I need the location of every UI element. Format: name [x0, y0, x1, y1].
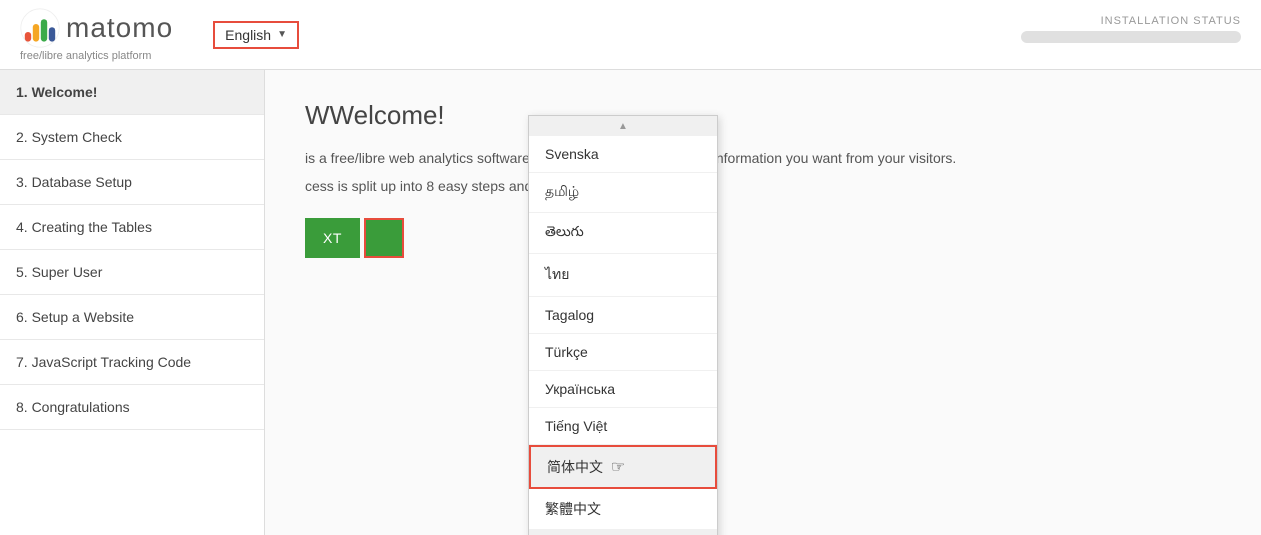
- matomo-logo-icon: [20, 8, 60, 48]
- logo-tagline: free/libre analytics platform: [20, 50, 173, 62]
- lang-option-tagalog[interactable]: Tagalog: [529, 297, 717, 334]
- sidebar-item-welcome[interactable]: 1. Welcome!: [0, 70, 264, 115]
- language-label: English: [225, 27, 271, 43]
- lang-option-svenska[interactable]: Svenska: [529, 136, 717, 173]
- logo: matomo: [20, 8, 173, 48]
- lang-option-ukrainian[interactable]: Українська: [529, 371, 717, 408]
- lang-option-simplified-chinese[interactable]: 简体中文 ☞: [529, 445, 717, 489]
- installation-status-label: INSTALLATION STATUS: [1021, 15, 1241, 27]
- page-title: WWelcome!: [305, 100, 1221, 131]
- content-area: WWelcome! is a free/libre web analytics …: [265, 70, 1261, 535]
- sidebar-item-creating-tables[interactable]: 4. Creating the Tables: [0, 205, 264, 250]
- language-selector[interactable]: English ▼: [213, 21, 299, 49]
- main-layout: 1. Welcome! 2. System Check 3. Database …: [0, 70, 1261, 535]
- logo-area: matomo free/libre analytics platform: [20, 8, 173, 62]
- logo-text: matomo: [66, 12, 173, 44]
- language-dropdown: ▲ Svenska தமிழ் తెలుగు ไทย Tagal: [528, 115, 718, 535]
- sidebar-item-setup-website[interactable]: 6. Setup a Website: [0, 295, 264, 340]
- cursor-pointer-icon: ☞: [611, 457, 625, 477]
- dropdown-scroll-area[interactable]: Svenska தமிழ் తెలుగు ไทย Tagalog: [529, 136, 717, 530]
- installation-status: INSTALLATION STATUS: [1021, 15, 1241, 43]
- sidebar-item-database-setup[interactable]: 3. Database Setup: [0, 160, 264, 205]
- language-button[interactable]: English ▼: [213, 21, 299, 49]
- chevron-down-icon: ▼: [277, 29, 287, 40]
- next-button-green-box[interactable]: [364, 218, 404, 258]
- language-dropdown-menu: ▲ Svenska தமிழ் తెలుగు ไทย Tagal: [528, 115, 718, 535]
- status-progress-bar: [1021, 31, 1241, 43]
- sidebar: 1. Welcome! 2. System Check 3. Database …: [0, 70, 265, 535]
- lang-option-turkish[interactable]: Türkçe: [529, 334, 717, 371]
- sidebar-item-js-tracking[interactable]: 7. JavaScript Tracking Code: [0, 340, 264, 385]
- lang-option-tamil[interactable]: தமிழ்: [529, 173, 717, 213]
- sidebar-item-congratulations[interactable]: 8. Congratulations: [0, 385, 264, 430]
- lang-option-vietnamese[interactable]: Tiếng Việt: [529, 408, 717, 445]
- scroll-up-indicator[interactable]: ▲: [529, 116, 717, 136]
- scroll-down-indicator[interactable]: ▼: [529, 530, 717, 535]
- next-button[interactable]: XT: [305, 218, 360, 258]
- lang-option-traditional-chinese[interactable]: 繁體中文: [529, 489, 717, 530]
- lang-option-thai[interactable]: ไทย: [529, 254, 717, 297]
- sidebar-item-system-check[interactable]: 2. System Check: [0, 115, 264, 160]
- next-button-area: XT: [305, 218, 1221, 258]
- lang-option-telugu[interactable]: తెలుగు: [529, 213, 717, 254]
- sidebar-item-super-user[interactable]: 5. Super User: [0, 250, 264, 295]
- header: matomo free/libre analytics platform Eng…: [0, 0, 1261, 70]
